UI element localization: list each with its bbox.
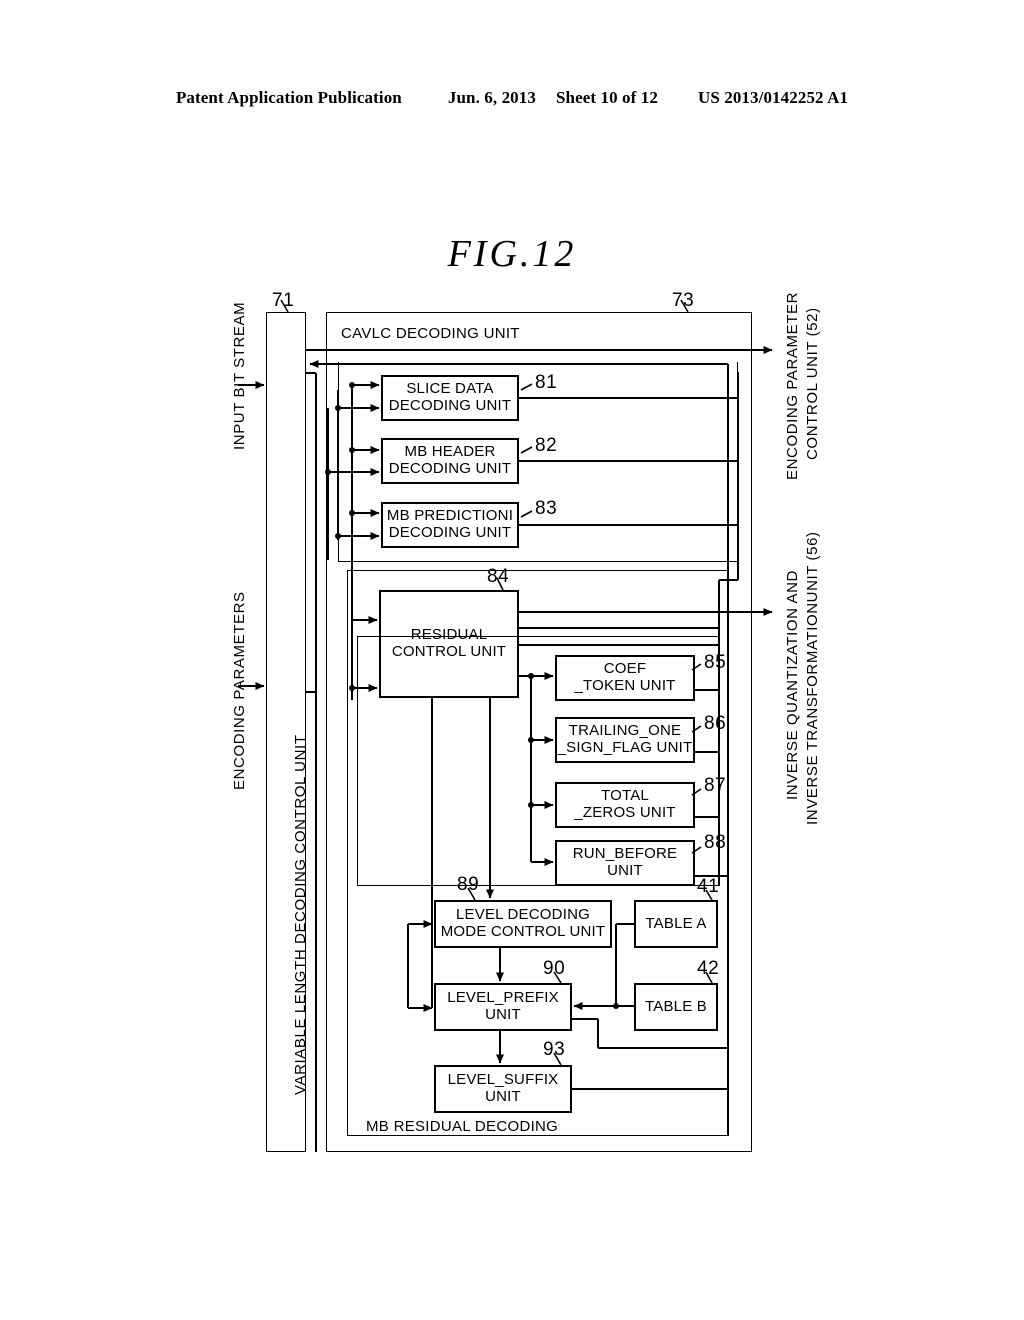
ref-73: 73: [672, 290, 695, 311]
block-coef-token-unit[interactable]: COEF _TOKEN UNIT: [555, 655, 695, 701]
block-residual-control-unit[interactable]: RESIDUAL CONTROL UNIT: [379, 590, 519, 698]
block-trailing-one-sign-flag-unit[interactable]: TRAILING_ONE _SIGN_FLAG UNIT: [555, 717, 695, 763]
block-run-before-unit[interactable]: RUN_BEFORE UNIT: [555, 840, 695, 886]
ref-82: 82: [535, 435, 558, 456]
ref-42: 42: [697, 958, 720, 979]
ref-90: 90: [543, 958, 566, 979]
block-level-prefix-unit[interactable]: LEVEL_PREFIX UNIT: [434, 983, 572, 1031]
ref-87: 87: [704, 775, 727, 796]
label-input-bit-stream: INPUT BIT STREAM: [231, 301, 248, 450]
label-inverse-unit-line1: INVERSE QUANTIZATION AND: [784, 570, 801, 800]
ref-71: 71: [272, 290, 295, 311]
block-table-a[interactable]: TABLE A: [634, 900, 718, 948]
label-inverse-unit-line2: INVERSE TRANSFORMATIONUNIT (56): [804, 531, 821, 825]
ref-89: 89: [457, 874, 480, 895]
ref-41: 41: [697, 876, 720, 897]
ref-85: 85: [704, 652, 727, 673]
label-encoding-parameter-control-unit-line1: ENCODING PARAMETER: [784, 291, 801, 480]
ref-88: 88: [704, 832, 727, 853]
label-encoding-parameters: ENCODING PARAMETERS: [231, 591, 248, 790]
ref-93: 93: [543, 1039, 566, 1060]
block-cavlc-decoding-unit-label: CAVLC DECODING UNIT: [341, 325, 520, 342]
block-level-suffix-unit[interactable]: LEVEL_SUFFIX UNIT: [434, 1065, 572, 1113]
label-encoding-parameter-control-unit-line2: CONTROL UNIT (52): [804, 307, 821, 460]
figure-diagram: VARIABLE LENGTH DECODING CONTROL UNIT 71…: [0, 0, 1024, 1320]
block-level-decoding-mode-control-unit[interactable]: LEVEL DECODING MODE CONTROL UNIT: [434, 900, 612, 948]
block-total-zeros-unit[interactable]: TOTAL _ZEROS UNIT: [555, 782, 695, 828]
ref-83: 83: [535, 498, 558, 519]
block-slice-data-decoding-unit[interactable]: SLICE DATA DECODING UNIT: [381, 375, 519, 421]
block-mb-residual-decoding-label: MB RESIDUAL DECODING: [366, 1118, 559, 1135]
block-mb-header-decoding-unit[interactable]: MB HEADER DECODING UNIT: [381, 438, 519, 484]
ref-84: 84: [487, 566, 510, 587]
block-mb-prediction-decoding-unit[interactable]: MB PREDICTIONI DECODING UNIT: [381, 502, 519, 548]
block-table-b[interactable]: TABLE B: [634, 983, 718, 1031]
ref-81: 81: [535, 372, 558, 393]
block-variable-length-decoding-control-unit-label: VARIABLE LENGTH DECODING CONTROL UNIT: [292, 734, 309, 1095]
ref-86: 86: [704, 713, 727, 734]
